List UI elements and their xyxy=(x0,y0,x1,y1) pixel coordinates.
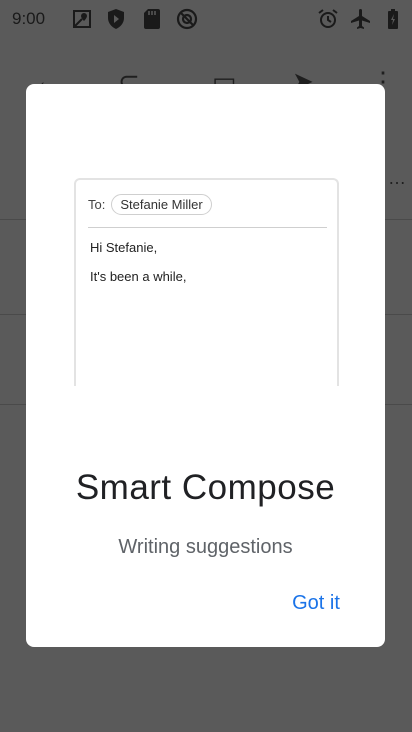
shield-icon xyxy=(104,7,128,31)
alarm-icon xyxy=(316,7,340,31)
preview-body-line: Hi Stefanie, xyxy=(90,240,158,255)
vpn-icon xyxy=(175,7,199,31)
sd-card-icon xyxy=(140,7,164,31)
smart-compose-dialog: To: Stefanie Miller Hi Stefanie, It's be… xyxy=(26,84,385,647)
preview-to-row: To: Stefanie Miller xyxy=(88,194,212,215)
airplane-icon xyxy=(349,7,373,31)
background-text: … xyxy=(388,168,406,188)
dialog-title: Smart Compose xyxy=(75,468,336,507)
preview-recipient-chip: Stefanie Miller xyxy=(111,194,212,215)
status-time: 9:00 xyxy=(12,9,46,28)
got-it-button[interactable]: Got it xyxy=(278,587,354,619)
preview-body-line: It's been a while, xyxy=(90,269,187,284)
maps-icon xyxy=(70,7,94,31)
dialog-subtitle: Writing suggestions xyxy=(118,536,293,558)
battery-icon xyxy=(381,7,405,31)
compose-preview-illustration: To: Stefanie Miller Hi Stefanie, It's be… xyxy=(74,178,339,386)
status-bar: 9:00 xyxy=(0,0,412,40)
preview-to-label: To: xyxy=(88,197,106,212)
preview-divider xyxy=(88,227,327,228)
